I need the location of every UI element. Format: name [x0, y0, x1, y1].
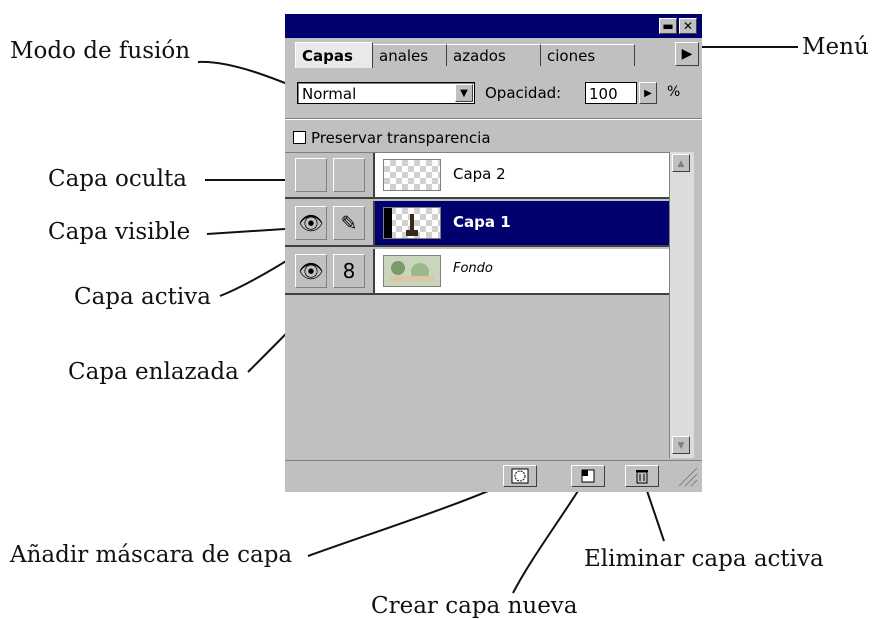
callout-modo-fusion: Modo de fusión: [10, 38, 191, 64]
tab-canales[interactable]: anales: [373, 44, 447, 66]
layer-body[interactable]: Capa 2: [373, 153, 669, 197]
preserve-row: Preservar transparencia: [285, 118, 702, 153]
layer-row[interactable]: Capa 2: [285, 153, 669, 199]
leader-crear-capa: [512, 479, 586, 594]
minimize-icon[interactable]: ▬: [659, 18, 677, 34]
layer-thumbnail: [383, 207, 441, 239]
layer-thumbnail: [383, 255, 441, 287]
callout-capa-oculta: Capa oculta: [48, 166, 187, 192]
visibility-toggle[interactable]: [295, 158, 327, 192]
panel-tabs: Capas anales azados ciones: [285, 38, 702, 68]
opacity-slider-button[interactable]: ▶: [639, 82, 657, 104]
callout-capa-enlazada: Capa enlazada: [68, 359, 239, 385]
scrollbar[interactable]: ▲ ▼: [669, 152, 694, 458]
callout-crear-capa: Crear capa nueva: [371, 593, 578, 619]
chevron-down-icon[interactable]: ▼: [455, 84, 473, 102]
brush-link-toggle[interactable]: [333, 158, 365, 192]
opacity-field[interactable]: 100: [585, 82, 637, 104]
callout-anadir-mascara: Añadir máscara de capa: [10, 542, 293, 568]
eye-icon[interactable]: 👁: [295, 206, 327, 240]
tab-acciones[interactable]: ciones: [541, 44, 635, 66]
opacity-label: Opacidad:: [485, 84, 562, 102]
landscape-thumbnail-icon: [384, 256, 440, 286]
layer-row[interactable]: 👁 ✎ Capa 1: [285, 201, 669, 247]
title-bar[interactable]: ▬ ✕: [285, 14, 702, 38]
scroll-up-icon[interactable]: ▲: [672, 154, 690, 172]
resize-grip-icon[interactable]: [673, 462, 699, 488]
blend-mode-value: Normal: [302, 85, 357, 103]
callout-menu: Menú: [802, 34, 869, 60]
layers-panel: ▬ ✕ Capas anales azados ciones ▶ Normal …: [285, 14, 702, 492]
brush-icon[interactable]: ✎: [333, 206, 365, 240]
layer-row[interactable]: 👁 8 Fondo: [285, 249, 669, 295]
mask-icon[interactable]: [503, 465, 537, 487]
scroll-down-icon[interactable]: ▼: [672, 436, 690, 454]
bottom-toolbar: [285, 460, 702, 491]
preserve-label: Preservar transparencia: [311, 129, 491, 147]
chain-link-icon[interactable]: 8: [333, 254, 365, 288]
layer-name: Fondo: [453, 261, 493, 276]
callout-eliminar-capa: Eliminar capa activa: [584, 546, 824, 572]
layer-name: Capa 2: [453, 165, 506, 183]
preserve-checkbox[interactable]: [293, 131, 306, 144]
layer-body[interactable]: Fondo: [373, 249, 669, 293]
figure-silhouette-icon: [384, 208, 418, 238]
callout-capa-visible: Capa visible: [48, 219, 191, 245]
tab-capas[interactable]: Capas: [295, 42, 373, 68]
blend-mode-select[interactable]: Normal ▼: [297, 82, 475, 104]
opacity-unit: %: [667, 84, 681, 100]
layer-thumbnail: [383, 159, 441, 191]
tab-trazados[interactable]: azados: [447, 44, 541, 66]
layer-list: Capa 2 👁 ✎ Capa 1 👁 8 Fondo: [285, 152, 669, 459]
callout-capa-activa: Capa activa: [74, 284, 211, 310]
new-layer-icon[interactable]: [571, 465, 605, 487]
triangle-right-icon[interactable]: ▶: [675, 42, 699, 66]
close-icon[interactable]: ✕: [679, 18, 697, 34]
layer-body[interactable]: Capa 1: [373, 201, 669, 245]
trash-icon[interactable]: [625, 465, 659, 487]
layer-name: Capa 1: [453, 213, 511, 231]
eye-icon[interactable]: 👁: [295, 254, 327, 288]
